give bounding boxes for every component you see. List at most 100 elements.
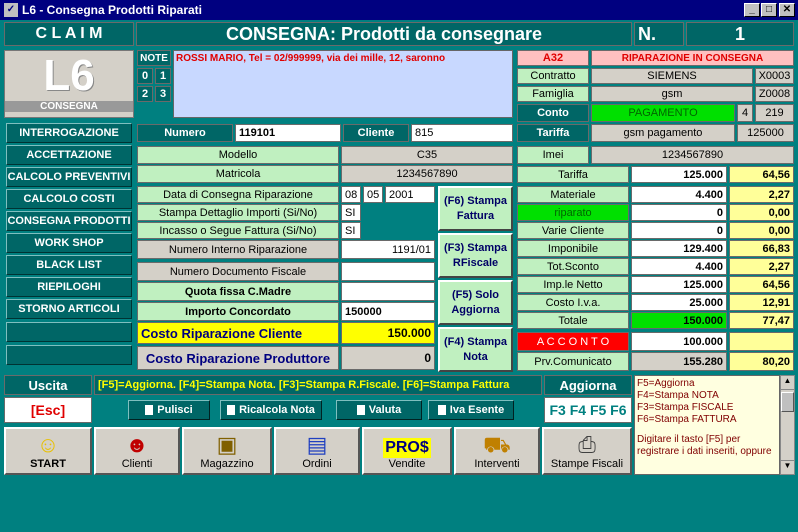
numero-input[interactable]: 119101 (235, 124, 341, 142)
cliente-input[interactable]: 815 (411, 124, 513, 142)
totals-value-euro: 2,27 (729, 258, 794, 275)
ordini-label: Ordini (302, 458, 332, 470)
ricalcola-button[interactable]: Ricalcola Nota (220, 400, 322, 420)
stampe-fiscali-button[interactable]: ⎙ Stampe Fiscali (542, 427, 632, 475)
note-button-2[interactable]: 2 (137, 86, 153, 102)
costo-produttore-label: Costo Riparazione Produttore (137, 346, 339, 370)
ndf-input[interactable] (341, 262, 435, 281)
vendite-button[interactable]: PRO$ Vendite (362, 427, 452, 475)
totals-label: Varie Cliente (517, 222, 629, 239)
truck-icon: ⛟ (483, 432, 511, 457)
sidebar-item-consegna-prodotti[interactable]: CONSEGNA PRODOTTI (6, 211, 132, 231)
title-bar: ✓ L6 - Consegna Prodotti Riparati _ □ ✕ (0, 0, 798, 20)
help-line: F5=Aggiorna (637, 378, 695, 389)
hint-bar: [F5]=Aggiorna. [F4]=Stampa Nota. [F3]=St… (94, 375, 542, 395)
incasso-input[interactable]: SI (341, 222, 361, 239)
tariffa-amount: 125000 (737, 124, 794, 142)
pulisci-label: Pulisci (157, 404, 193, 416)
stampa-fattura-button[interactable]: (F6) Stampa Fattura (438, 186, 513, 231)
solo-aggiorna-button[interactable]: (F5) Solo Aggiorna (438, 280, 513, 325)
ordini-button[interactable]: ▤ Ordini (274, 427, 360, 475)
magazzino-label: Magazzino (200, 458, 254, 470)
incasso-label: Incasso o Segue Fattura (Si/No) (137, 222, 339, 239)
sidebar-item-accettazione[interactable]: ACCETTAZIONE (6, 145, 132, 165)
sidebar-item-work-shop[interactable]: WORK SHOP (6, 233, 132, 253)
minimize-button[interactable]: _ (744, 3, 760, 17)
sidebar-item-black-list[interactable]: BLACK LIST (6, 255, 132, 275)
repair-status: RIPARAZIONE IN CONSEGNA (591, 50, 794, 66)
interventi-button[interactable]: ⛟ Interventi (454, 427, 540, 475)
stampa-nota-button[interactable]: (F4) Stampa Nota (438, 327, 513, 372)
valuta-label: Valuta (368, 404, 402, 416)
sidebar-item-riepiloghi[interactable]: RIEPILOGHI (6, 277, 132, 297)
tariffa-label: Tariffa (517, 124, 589, 142)
day-input[interactable]: 08 (341, 186, 361, 203)
numero-label: Numero (137, 124, 233, 142)
ricalcola-label: Ricalcola Nota (239, 404, 315, 416)
logo: L6 CONSEGNA (4, 50, 134, 118)
clienti-button[interactable]: ☻ Clienti (94, 427, 180, 475)
pulisci-button[interactable]: Pulisci (128, 400, 210, 420)
stampa-input[interactable]: SI (341, 204, 361, 221)
year-input[interactable]: 2001 (385, 186, 435, 203)
clienti-label: Clienti (121, 458, 153, 470)
valuta-button[interactable]: Valuta (336, 400, 422, 420)
famiglia-value: gsm (591, 86, 753, 102)
importo-label: Importo Concordato (137, 302, 339, 321)
printer-icon: ⎙ (578, 432, 596, 457)
stampe-fiscali-label: Stampe Fiscali (550, 458, 624, 470)
folders-icon: ▤ (306, 432, 328, 457)
data-label: Data di Consegna Riparazione (137, 186, 339, 203)
magazzino-button[interactable]: ▣ Magazzino (182, 427, 272, 475)
contratto-value: SIEMENS (591, 68, 753, 84)
esc-button[interactable]: [Esc] (4, 397, 92, 423)
importo-input[interactable]: 150000 (341, 302, 435, 321)
help-scrollbar[interactable]: ▲ ▼ (780, 375, 795, 475)
note-button-3[interactable]: 3 (155, 86, 171, 102)
totals-value-lire: 25.000 (631, 294, 727, 311)
totals-label: Tariffa (517, 166, 629, 183)
totals-value-euro: 64,56 (729, 276, 794, 293)
box-icon: ▣ (216, 432, 238, 457)
sidebar-item-calcolo-preventivi[interactable]: CALCOLO PREVENTIVI (6, 167, 132, 187)
help-line: F3=Stampa FISCALE (637, 402, 734, 413)
button-mark-icon (145, 405, 154, 415)
stampa-rfiscale-button[interactable]: (F3) Stampa RFiscale (438, 233, 513, 278)
button-mark-icon (227, 405, 236, 415)
sidebar-item-calcolo-costi[interactable]: CALCOLO COSTI (6, 189, 132, 209)
nir-value[interactable]: 1191/01 (341, 240, 435, 259)
totals-value-lire: 150.000 (631, 312, 727, 329)
totals-label: Totale (517, 312, 629, 329)
note-button-0[interactable]: 0 (137, 68, 153, 84)
totals-value-lire: 125.000 (631, 276, 727, 293)
sidebar-item-interrogazione[interactable]: INTERROGAZIONE (6, 123, 132, 143)
cliente-label: Cliente (343, 124, 409, 142)
close-button[interactable]: ✕ (779, 3, 795, 17)
matricola-value: 1234567890 (341, 165, 513, 183)
note-text[interactable]: ROSSI MARIO, Tel = 02/999999, via dei mi… (173, 50, 513, 118)
contratto-label: Contratto (517, 68, 589, 84)
note-button-1[interactable]: 1 (155, 68, 171, 84)
month-input[interactable]: 05 (363, 186, 383, 203)
conto-label: Conto (517, 104, 589, 122)
start-button[interactable]: ☺ START (4, 427, 92, 475)
fkeys-button[interactable]: F3 F4 F5 F6 (544, 397, 632, 423)
iva-label: Iva Esente (449, 404, 505, 416)
quota-input[interactable] (341, 282, 435, 301)
totals-label: A C C O N T O (517, 332, 629, 351)
maximize-button[interactable]: □ (761, 3, 777, 17)
sidebar-item-storno-articoli[interactable]: STORNO ARTICOLI (6, 299, 132, 319)
iva-esente-button[interactable]: Iva Esente (428, 400, 514, 420)
tariffa-value: gsm pagamento (591, 124, 735, 142)
famiglia-label: Famiglia (517, 86, 589, 102)
logo-sub: CONSEGNA (5, 101, 133, 112)
conto-n2: 219 (755, 104, 794, 122)
scroll-up-icon[interactable]: ▲ (781, 376, 794, 390)
totals-value-euro: 0,00 (729, 204, 794, 221)
totals-label: Prv.Comunicato (517, 352, 629, 371)
note-label: NOTE (137, 50, 171, 66)
scroll-down-icon[interactable]: ▼ (781, 460, 794, 474)
costo-produttore-value: 0 (341, 346, 435, 370)
totals-value-lire: 125.000 (631, 166, 727, 183)
scroll-thumb[interactable] (781, 392, 794, 412)
